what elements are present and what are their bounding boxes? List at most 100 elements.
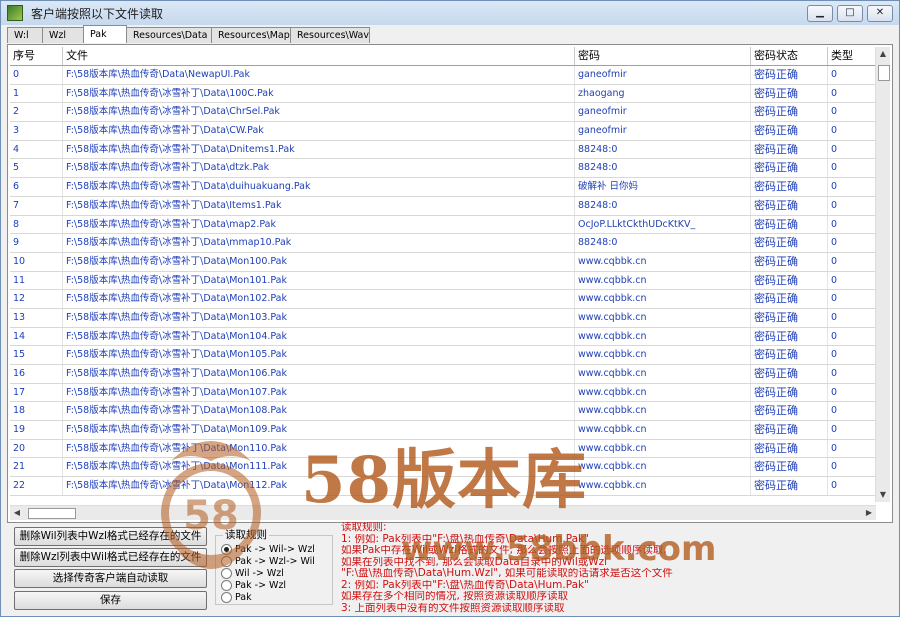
cell-password: ganeofmir [575, 122, 751, 140]
minimize-button[interactable]: ▁ [807, 5, 833, 22]
save-button[interactable]: 保存 [14, 591, 207, 610]
cell-password: www.cqbbk.cn [575, 383, 751, 402]
cell-file: F:\58版本库\热血传奇\冰雪补丁\Data\duihuakuang.Pak [63, 178, 575, 196]
cell-index: 2 [10, 103, 63, 122]
read-rule-option-label: Pak [235, 592, 252, 603]
col-header-password-status[interactable]: 密码状态 [751, 47, 828, 65]
cell-type: 0 [828, 215, 876, 234]
table-row[interactable]: 17 F:\58版本库\热血传奇\冰雪补丁\Data\Mon107.Pak www.… [10, 383, 876, 403]
cell-status: 密码正确 [751, 365, 828, 383]
cell-password: www.cqbbk.cn [575, 458, 751, 477]
tab-strip: W:l Wzl Pak Resources\Data Resources\Map Reso… [7, 25, 370, 44]
cell-index: 5 [10, 159, 63, 178]
cell-file: F:\58版本库\热血传奇\冰雪补丁\Data\Items1.Pak [63, 196, 575, 215]
tab-0[interactable]: W:l [7, 27, 43, 43]
col-header-password[interactable]: 密码 [575, 47, 751, 65]
cell-password: www.cqbbk.cn [575, 327, 751, 346]
cell-type: 0 [828, 402, 876, 421]
table-row[interactable]: 9 F:\58版本库\热血传奇\冰雪补丁\Data\mmap10.Pak 88248… [10, 234, 876, 253]
table-row[interactable]: 10 F:\58版本库\热血传奇\冰雪补丁\Data\Mon100.Pak www.… [10, 252, 876, 272]
table-row[interactable]: 7 F:\58版本库\热血传奇\冰雪补丁\Data\Items1.Pak 88248… [10, 196, 876, 216]
table-row[interactable]: 14 F:\58版本库\热血传奇\冰雪补丁\Data\Mon104.Pak www.… [10, 327, 876, 347]
cell-file: F:\58版本库\热血传奇\冰雪补丁\Data\map2.Pak [63, 215, 575, 234]
cell-index: 19 [10, 421, 63, 439]
table-row[interactable]: 1 F:\58版本库\热血传奇\冰雪补丁\Data\100C.Pak zhaogan… [10, 84, 876, 104]
cell-index: 16 [10, 365, 63, 383]
cell-status: 密码正确 [751, 421, 828, 439]
cell-index: 0 [10, 66, 63, 84]
cell-file: F:\58版本库\热血传奇\冰雪补丁\Data\Mon101.Pak [63, 271, 575, 290]
table-row[interactable]: 13 F:\58版本库\热血传奇\冰雪补丁\Data\Mon103.Pak www.… [10, 308, 876, 328]
read-rule-option-4[interactable]: Pak [221, 592, 252, 603]
cell-file: F:\58版本库\热血传奇\冰雪补丁\Data\Mon106.Pak [63, 365, 575, 383]
cell-password: ganeofmir [575, 66, 751, 84]
cell-index: 22 [10, 477, 63, 495]
table-row[interactable]: 18 F:\58版本库\热血传奇\冰雪补丁\Data\Mon108.Pak www.… [10, 402, 876, 422]
cell-type: 0 [828, 140, 876, 159]
table-row[interactable]: 15 F:\58版本库\热血传奇\冰雪补丁\Data\Mon105.Pak www.… [10, 346, 876, 365]
cell-index: 10 [10, 252, 63, 271]
table-row[interactable]: 16 F:\58版本库\热血传奇\冰雪补丁\Data\Mon106.Pak www.… [10, 365, 876, 384]
cell-password: www.cqbbk.cn [575, 252, 751, 271]
table-row[interactable]: 5 F:\58版本库\热血传奇\冰雪补丁\Data\dtzk.Pak 88248:0… [10, 159, 876, 179]
table-row[interactable]: 8 F:\58版本库\热血传奇\冰雪补丁\Data\map2.Pak OcJoP.L… [10, 215, 876, 235]
maximize-button[interactable]: □ [837, 5, 863, 22]
cell-password: www.cqbbk.cn [575, 439, 751, 458]
table-row[interactable]: 3 F:\58版本库\热血传奇\冰雪补丁\Data\CW.Pak ganeofmir… [10, 122, 876, 141]
cell-index: 20 [10, 439, 63, 458]
watermark-url: www.58bbk.com [401, 529, 717, 569]
cell-type: 0 [828, 290, 876, 308]
cell-index: 17 [10, 383, 63, 402]
vertical-scrollbar[interactable]: ▲ ▼ [875, 47, 890, 502]
cell-index: 4 [10, 140, 63, 159]
tab-3[interactable]: Resources\Data [126, 27, 212, 43]
cell-index: 11 [10, 271, 63, 290]
cell-password: www.cqbbk.cn [575, 271, 751, 290]
cell-password: 88248:0 [575, 140, 751, 159]
scroll-up-arrow-icon[interactable]: ▲ [876, 47, 890, 61]
tab-2[interactable]: Pak [83, 25, 127, 43]
vertical-scroll-thumb[interactable] [878, 65, 890, 81]
cell-status: 密码正确 [751, 458, 828, 477]
cell-type: 0 [828, 346, 876, 364]
table-row[interactable]: 4 F:\58版本库\热血传奇\冰雪补丁\Data\Dnitems1.Pak 882… [10, 140, 876, 160]
table-row[interactable]: 6 F:\58版本库\热血传奇\冰雪补丁\Data\duihuakuang.Pak… [10, 178, 876, 197]
cell-status: 密码正确 [751, 290, 828, 308]
tab-5[interactable]: Resources\Wav [290, 27, 370, 43]
horizontal-scroll-thumb[interactable] [28, 508, 76, 519]
cell-type: 0 [828, 103, 876, 122]
cell-password: 88248:0 [575, 159, 751, 178]
cell-index: 14 [10, 327, 63, 346]
table-row[interactable]: 0 F:\58版本库\热血传奇\Data\NewapUI.Pak ganeofmir… [10, 66, 876, 85]
cell-status: 密码正确 [751, 215, 828, 234]
rule-line: 如果存在多个相同的情况, 按照资源读取顺序读取 [341, 591, 569, 602]
close-button[interactable]: ✕ [867, 5, 893, 22]
col-header-file[interactable]: 文件 [63, 47, 575, 65]
rule-line: 2: 例如: Pak列表中"F:\盘\热血传奇\Data\Hum.Pak" [341, 579, 589, 591]
radio-button-icon[interactable] [221, 580, 232, 591]
tab-1[interactable]: Wzl [42, 27, 84, 43]
cell-index: 7 [10, 196, 63, 215]
read-rule-option-3[interactable]: Pak -> Wzl [221, 580, 286, 591]
scroll-right-arrow-icon[interactable]: ▶ [862, 506, 876, 520]
cell-type: 0 [828, 66, 876, 84]
tab-4[interactable]: Resources\Map [211, 27, 291, 43]
table-row[interactable]: 2 F:\58版本库\热血传奇\冰雪补丁\Data\ChrSel.Pak ganeo… [10, 103, 876, 123]
cell-file: F:\58版本库\热血传奇\冰雪补丁\Data\Mon104.Pak [63, 327, 575, 346]
cell-index: 3 [10, 122, 63, 140]
cell-type: 0 [828, 178, 876, 196]
cell-status: 密码正确 [751, 308, 828, 327]
table-row[interactable]: 12 F:\58版本库\热血传奇\冰雪补丁\Data\Mon102.Pak www.… [10, 290, 876, 309]
radio-button-icon[interactable] [221, 592, 232, 603]
scroll-down-arrow-icon[interactable]: ▼ [876, 488, 890, 502]
cell-status: 密码正确 [751, 271, 828, 290]
cell-index: 21 [10, 458, 63, 477]
col-header-type[interactable]: 类型 [828, 47, 876, 65]
table-header: 序号 文件 密码 密码状态 类型 [10, 47, 876, 66]
col-header-index[interactable]: 序号 [10, 47, 63, 65]
table-row[interactable]: 11 F:\58版本库\热血传奇\冰雪补丁\Data\Mon101.Pak www.… [10, 271, 876, 291]
scroll-left-arrow-icon[interactable]: ◀ [10, 506, 24, 520]
cell-file: F:\58版本库\热血传奇\冰雪补丁\Data\Mon108.Pak [63, 402, 575, 421]
cell-password: zhaogang [575, 84, 751, 103]
cell-status: 密码正确 [751, 196, 828, 215]
